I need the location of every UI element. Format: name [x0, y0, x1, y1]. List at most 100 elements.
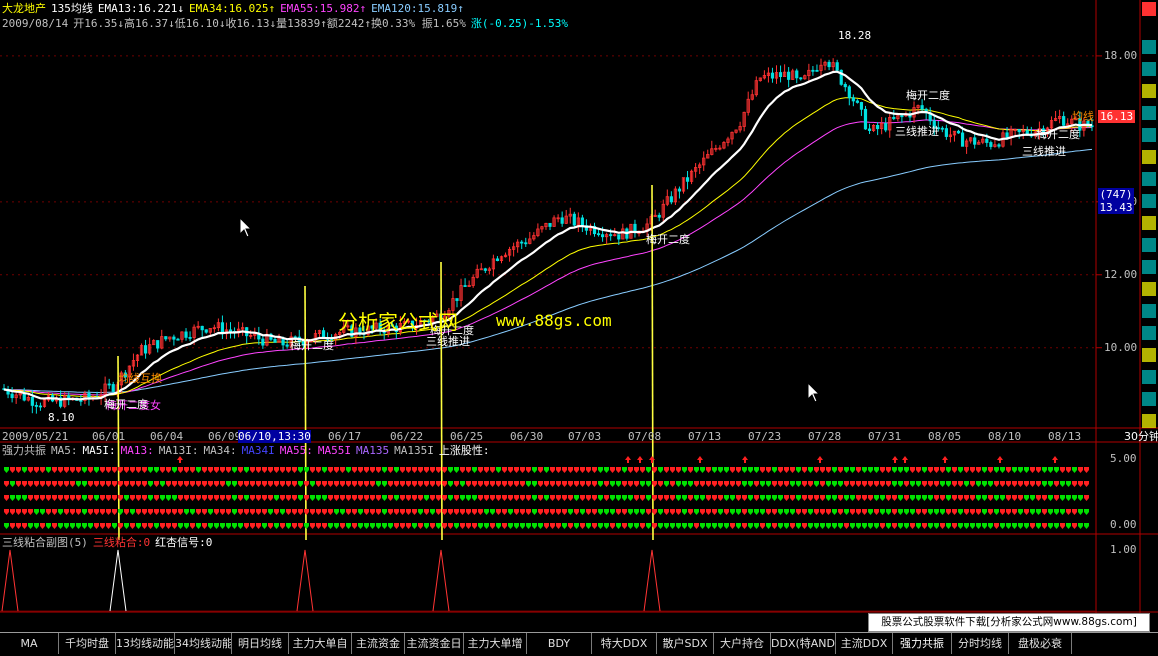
tab-18[interactable]: 盘极必衰 [1009, 633, 1072, 654]
resonance-mark [574, 467, 579, 473]
tab-3[interactable]: 13均线动能 [116, 633, 175, 654]
resonance-mark [1036, 523, 1041, 529]
watermark-cn: 分析家公式网 [338, 310, 458, 334]
tab-11[interactable]: 特大DDX [592, 633, 657, 654]
legend-item: MA5: [51, 444, 78, 457]
resonance-mark [508, 495, 513, 501]
resonance-mark [94, 481, 99, 487]
tab-16[interactable]: 强力共振 [893, 633, 952, 654]
resonance-mark [154, 523, 159, 529]
resonance-mark [892, 467, 897, 473]
legend-item: 135均线 [51, 2, 93, 15]
resonance-mark [496, 481, 501, 487]
tab-13[interactable]: 大户持仓 [714, 633, 771, 654]
resonance-mark [436, 509, 441, 515]
resonance-mark [748, 467, 753, 473]
candle-body [940, 127, 944, 130]
resonance-mark [658, 509, 663, 515]
resonance-mark [616, 495, 621, 501]
resonance-mark [250, 509, 255, 515]
resonance-mark [490, 509, 495, 515]
resonance-mark [676, 495, 681, 501]
resonance-mark [658, 481, 663, 487]
resonance-mark [40, 523, 45, 529]
tab-17[interactable]: 分时均线 [952, 633, 1009, 654]
candle-body [524, 242, 528, 245]
resonance-mark [412, 495, 417, 501]
resonance-mark [844, 481, 849, 487]
resonance-mark [844, 509, 849, 515]
resonance-mark [52, 509, 57, 515]
period-label[interactable]: 30分钟 [1124, 430, 1158, 443]
promo-banner[interactable]: 股票公式股票软件下载[分析家公式网www.88gs.com] [868, 613, 1150, 632]
resonance-mark [220, 467, 225, 473]
resonance-mark [676, 523, 681, 529]
resonance-mark [940, 495, 945, 501]
resonance-mark [436, 467, 441, 473]
resonance-mark [1060, 523, 1065, 529]
resonance-mark [214, 467, 219, 473]
candle-body [111, 384, 115, 392]
resonance-mark [418, 523, 423, 529]
resonance-mark [928, 467, 933, 473]
resonance-mark [1018, 523, 1023, 529]
tab-4[interactable]: 34均线动能 [175, 633, 232, 654]
sidebar-cell [1142, 150, 1156, 164]
resonance-mark [748, 509, 753, 515]
tab-1[interactable]: MA [0, 633, 59, 654]
indicator-tab-bar: MA 千均时盘 13均线动能 34均线动能 明日均线 主力大单自 主流资金 主流资金日 主力大单… [0, 632, 1158, 656]
resonance-mark [88, 467, 93, 473]
resonance-mark [1000, 523, 1005, 529]
resonance-mark [220, 495, 225, 501]
resonance-mark [946, 509, 951, 515]
resonance-mark [460, 481, 465, 487]
resonance-mark [280, 509, 285, 515]
resonance-mark [940, 509, 945, 515]
resonance-mark [166, 495, 171, 501]
resonance-mark [676, 481, 681, 487]
resonance-mark [862, 495, 867, 501]
tab-8[interactable]: 主流资金日 [405, 633, 464, 654]
resonance-mark [634, 481, 639, 487]
resonance-mark [88, 481, 93, 487]
resonance-mark [304, 495, 309, 501]
resonance-mark [46, 481, 51, 487]
resonance-mark [1084, 509, 1089, 515]
tab-7[interactable]: 主流资金 [352, 633, 405, 654]
resonance-mark [718, 481, 723, 487]
resonance-mark [316, 467, 321, 473]
resonance-mark [742, 481, 747, 487]
resonance-mark [238, 523, 243, 529]
resonance-mark [988, 509, 993, 515]
resonance-mark [952, 509, 957, 515]
resonance-mark [280, 523, 285, 529]
resonance-mark [724, 495, 729, 501]
tab-14[interactable]: DDX(特AND) [771, 633, 836, 654]
resonance-mark [160, 467, 165, 473]
tab-6[interactable]: 主力大单自 [289, 633, 352, 654]
tab-2[interactable]: 千均时盘 [59, 633, 116, 654]
resonance-mark [1000, 481, 1005, 487]
resonance-mark [622, 481, 627, 487]
signal-label: 三线推进 [1022, 145, 1066, 158]
candle-body [795, 70, 799, 79]
legend-item: MA5I: [82, 444, 116, 457]
legend-item: MA55I [317, 444, 351, 457]
resonance-mark [310, 481, 315, 487]
tab-12[interactable]: 散户SDX [657, 633, 714, 654]
tab-10[interactable]: BDY [527, 633, 592, 654]
resonance-mark [592, 523, 597, 529]
resonance-mark [862, 523, 867, 529]
resonance-mark [850, 523, 855, 529]
resonance-mark [1006, 467, 1011, 473]
resonance-mark [244, 509, 249, 515]
resonance-mark [160, 523, 165, 529]
resonance-mark [112, 467, 117, 473]
tab-15[interactable]: 主流DDX [836, 633, 893, 654]
resonance-mark [1006, 523, 1011, 529]
tab-9[interactable]: 主力大单增 [464, 633, 527, 654]
resonance-mark [814, 509, 819, 515]
tab-5[interactable]: 明日均线 [232, 633, 289, 654]
resonance-mark [244, 481, 249, 487]
resonance-mark [586, 495, 591, 501]
